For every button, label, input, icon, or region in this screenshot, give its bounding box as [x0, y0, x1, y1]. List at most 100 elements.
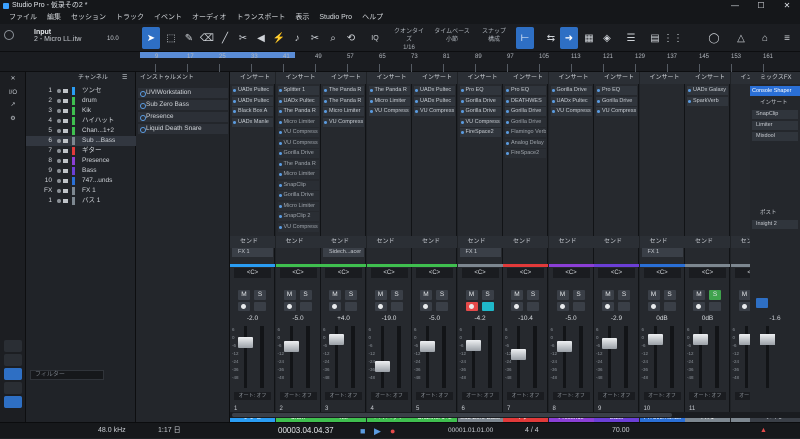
master-insert-0[interactable]: Console Shaper	[750, 86, 800, 96]
fader-track[interactable]	[426, 326, 429, 388]
keyboard-view-icon[interactable]	[4, 368, 22, 380]
record-arm-button[interactable]	[602, 302, 614, 311]
io-button[interactable]: I/O	[4, 88, 22, 98]
sends-header[interactable]: センド	[321, 236, 366, 248]
pan-knob[interactable]: <C>	[416, 268, 453, 278]
insert-slot[interactable]: Micro Limiter	[277, 201, 319, 211]
monitor-icon[interactable]	[63, 169, 68, 173]
sends-header[interactable]: センド	[503, 236, 548, 248]
insert-slot[interactable]: Micro Limiter	[277, 117, 319, 127]
monitor-button[interactable]	[299, 302, 312, 311]
sends-header[interactable]: センド	[457, 236, 503, 248]
fader-track[interactable]	[608, 326, 611, 388]
insert-slot[interactable]: Gorilla Drive	[505, 107, 546, 116]
insert-slot[interactable]: SparkVerb	[687, 96, 728, 106]
mute-button[interactable]: M	[465, 290, 478, 300]
pan-knob[interactable]: <C>	[552, 268, 590, 278]
visibility-dot-icon[interactable]	[57, 189, 61, 193]
menu-session[interactable]: セッション	[66, 12, 111, 24]
monitor-button[interactable]	[345, 302, 357, 311]
channel-row[interactable]: 6 Sub ...Bass	[26, 136, 136, 146]
inserts-header[interactable]: インサート	[230, 72, 275, 84]
record-icon[interactable]: ●	[390, 423, 395, 439]
insert-slot[interactable]: The Panda R	[277, 107, 319, 116]
channel-filter-input[interactable]: フィルター	[30, 370, 104, 380]
bend-tool-icon[interactable]: ⚡	[270, 27, 288, 49]
visibility-dot-icon[interactable]	[57, 119, 61, 123]
inserts-header[interactable]: インサート	[548, 72, 594, 84]
monitor-icon[interactable]	[63, 199, 68, 203]
automation-mode[interactable]: オート: オフ	[689, 392, 726, 400]
insert-slot[interactable]: Pro EQ	[459, 86, 501, 95]
instrument-item[interactable]: UVIWorkstation	[138, 88, 228, 98]
visibility-dot-icon[interactable]	[57, 99, 61, 103]
fader-cap[interactable]	[647, 334, 663, 345]
inserts-header[interactable]: インサート	[412, 72, 457, 84]
insert-slot[interactable]: VU Compress	[550, 107, 592, 116]
insert-slot[interactable]: FireSpace2	[459, 128, 501, 137]
mute-button[interactable]: M	[329, 290, 341, 300]
mute-button[interactable]: M	[511, 290, 523, 300]
mute-button[interactable]: M	[738, 290, 751, 300]
master-insert-2[interactable]: Limiter	[752, 121, 798, 130]
pan-knob[interactable]: <C>	[279, 268, 317, 278]
monitor-button[interactable]	[390, 302, 403, 311]
position-display[interactable]: 00003.04.04.37	[278, 423, 334, 439]
visibility-dot-icon[interactable]	[57, 129, 61, 133]
master-fader-cap[interactable]	[760, 334, 775, 345]
visibility-dot-icon[interactable]	[57, 179, 61, 183]
insert-slot[interactable]: Gorilla Drive	[459, 96, 501, 106]
layout-grid-icon[interactable]: ⋮⋮	[663, 27, 683, 49]
solo-button[interactable]: S	[345, 290, 357, 300]
insert-slot[interactable]: VU Compress	[277, 138, 319, 148]
timeline-ruler[interactable]: 9 17 25 33 41 49 57 65 73 81 89 97 105 113 121 129 137 14…	[0, 52, 800, 72]
eraser-tool-icon[interactable]: ⌫	[198, 27, 216, 49]
list-view-icon[interactable]: ☰	[122, 72, 127, 84]
insert-slot[interactable]: VU Compress	[459, 117, 501, 127]
fader-cap[interactable]	[465, 339, 481, 351]
insert-slot[interactable]: SnapClip 2	[277, 212, 319, 221]
inserts-header[interactable]: インサート	[503, 72, 548, 84]
solo-button[interactable]: S	[390, 290, 403, 300]
monitor-icon[interactable]	[63, 109, 68, 113]
fader-cap[interactable]	[374, 360, 390, 372]
sends-header[interactable]: センド	[412, 236, 457, 248]
fader-cap[interactable]	[420, 341, 435, 352]
maximize-button[interactable]: ☐	[748, 0, 774, 12]
monitor-button[interactable]	[436, 302, 448, 311]
monitor-icon[interactable]	[63, 129, 68, 133]
pan-knob[interactable]: <C>	[461, 268, 499, 278]
master-post-0[interactable]: Insight 2	[752, 220, 798, 229]
insert-slot[interactable]: VU Compress	[414, 107, 455, 116]
automation-mode[interactable]: オート: オフ	[416, 392, 453, 400]
fader-cap[interactable]	[602, 338, 617, 350]
mute-button[interactable]: M	[556, 290, 569, 300]
view-toggle-4[interactable]	[4, 382, 22, 394]
pan-knob[interactable]: <C>	[689, 268, 726, 278]
play-icon[interactable]: ▶	[374, 423, 381, 439]
automation-mode[interactable]: オート: オフ	[598, 392, 635, 400]
monitor-icon[interactable]	[63, 119, 68, 123]
insert-slot[interactable]: Gorilla Drive	[277, 191, 319, 200]
monitor-icon[interactable]	[63, 189, 68, 193]
grid-icon[interactable]: ▦	[580, 27, 598, 49]
fader-track[interactable]	[562, 326, 566, 388]
sends-header[interactable]: センド	[594, 236, 639, 248]
record-arm-button[interactable]	[374, 302, 387, 311]
mute-button[interactable]: M	[374, 290, 387, 300]
user-icon[interactable]: ◯	[705, 27, 723, 49]
loop-range[interactable]	[140, 52, 295, 58]
insert-slot[interactable]: FireSpace2	[505, 149, 546, 158]
metronome-icon[interactable]: ▲	[760, 423, 767, 439]
automation-mode[interactable]: オート: オフ	[325, 392, 362, 400]
monitor-icon[interactable]	[63, 159, 68, 163]
menu-view[interactable]: 表示	[290, 12, 314, 24]
automation-mode[interactable]: オート: オフ	[279, 392, 317, 400]
record-arm-button[interactable]	[238, 302, 250, 311]
solo-button[interactable]: S	[663, 290, 676, 300]
monitor-button[interactable]	[572, 302, 585, 311]
snap-toggle-icon[interactable]: ⊢	[516, 27, 534, 49]
mute-button[interactable]: M	[420, 290, 432, 300]
monitor-button[interactable]	[527, 302, 539, 311]
record-arm-button[interactable]	[738, 302, 751, 311]
